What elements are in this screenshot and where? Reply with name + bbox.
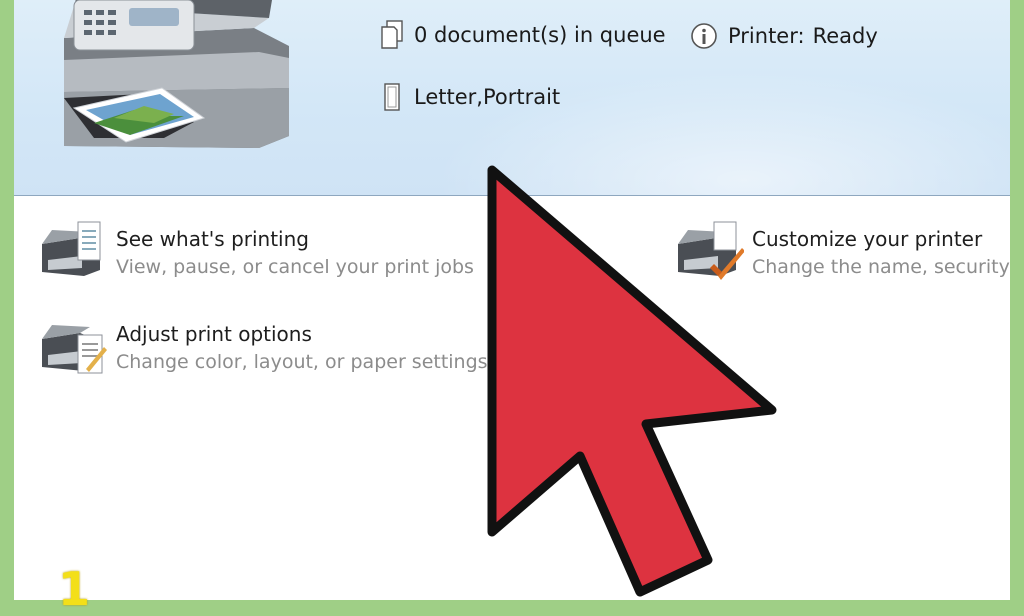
task-description: View, pause, or cancel your print jobs [116,256,474,278]
printer-queue-icon [42,221,101,276]
task-title: Adjust print options [116,322,312,346]
task-description: Change color, layout, or paper settings [116,351,488,373]
mouse-pointer-icon [487,165,777,597]
task-see-whats-printing[interactable]: See what's printing View, pause, or canc… [34,221,474,284]
task-adjust-print-options[interactable]: Adjust print options Change color, layou… [34,321,488,379]
task-title: See what's printing [116,227,309,251]
paper-text: Letter,Portrait [414,85,561,109]
printer-options-icon [42,325,107,374]
paper-info: Letter,Portrait [380,82,560,112]
task-description: Change the name, security s [752,256,1010,278]
info-icon [691,23,717,49]
task-title: Customize your printer [752,227,983,251]
paper-icon [384,83,400,111]
queue-text: 0 document(s) in queue [414,23,666,47]
status-value: Ready [812,24,878,48]
printer-hero-image [64,0,289,148]
step-number: 1 [58,562,91,616]
document-queue-icon [381,20,403,49]
printer-status: Printer: Ready [690,22,878,50]
queue-info: 0 document(s) in queue [380,20,666,50]
status-label: Printer: [728,24,805,48]
